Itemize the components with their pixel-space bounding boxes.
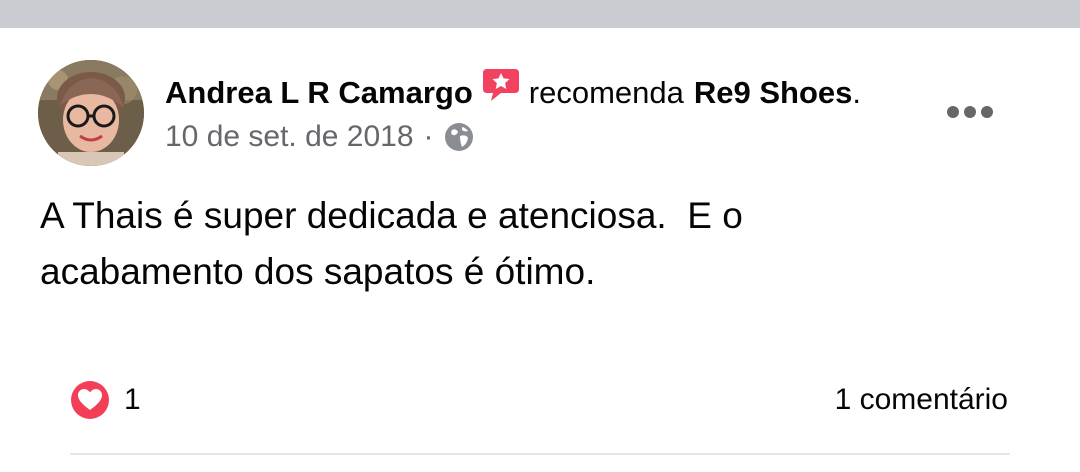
more-dot-icon — [964, 106, 976, 118]
page-name-link[interactable]: Re9 Shoes — [694, 73, 853, 113]
post-meta: 10 de set. de 2018 · — [165, 118, 474, 156]
post-body-text: A Thais é super dedicada e atenciosa. E … — [40, 195, 743, 292]
author-name[interactable]: Andrea L R Camargo — [165, 73, 473, 113]
recommend-verb: recomenda — [528, 75, 684, 110]
recommend-star-icon — [481, 65, 521, 105]
avatar[interactable] — [38, 60, 144, 166]
globe-icon — [444, 122, 474, 152]
more-options-button[interactable] — [942, 94, 998, 130]
feed-divider — [0, 0, 1080, 28]
heart-icon — [71, 381, 109, 419]
more-dot-icon — [947, 106, 959, 118]
header-period: . — [852, 75, 862, 110]
reaction-count: 1 — [124, 383, 141, 416]
avatar-photo — [38, 60, 144, 166]
post-date[interactable]: 10 de set. de 2018 — [165, 120, 414, 154]
reactions-summary[interactable]: 1 — [70, 380, 141, 420]
meta-separator: · — [423, 120, 434, 153]
footer-divider — [70, 453, 1010, 455]
recommendation-post: Andrea L R Camargo recomenda Re9 Shoes. … — [0, 28, 1080, 472]
more-dot-icon — [981, 106, 993, 118]
comment-count-link[interactable]: 1 comentário — [835, 380, 1008, 420]
post-header: Andrea L R Camargo recomenda Re9 Shoes. — [165, 68, 861, 118]
